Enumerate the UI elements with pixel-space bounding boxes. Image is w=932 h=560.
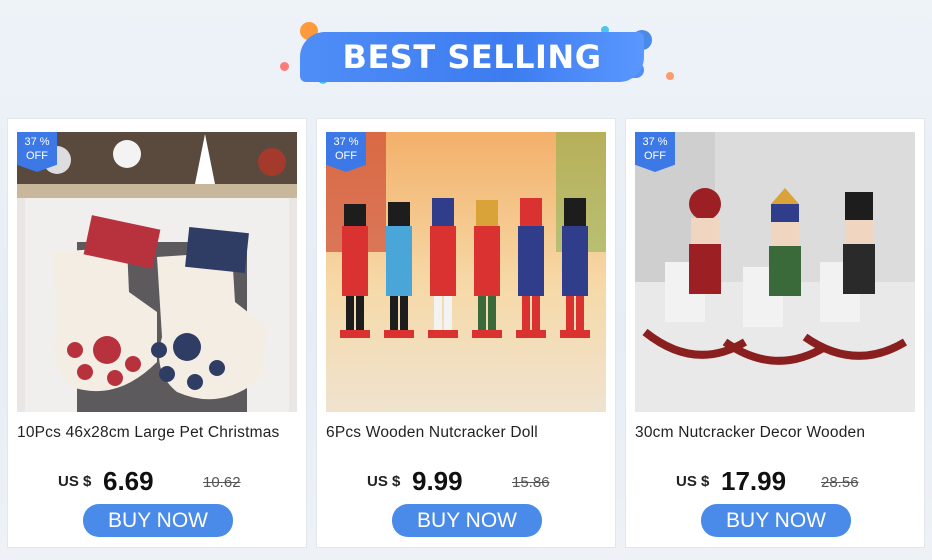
product-title[interactable]: 10Pcs 46x28cm Large Pet Christmas — [17, 424, 302, 442]
original-price: 10.62 — [203, 474, 241, 491]
original-price: 28.56 — [821, 474, 859, 491]
price-row: US $ 6.69 10.62 — [8, 466, 306, 501]
price-row: US $ 9.99 15.86 — [317, 466, 615, 501]
discount-badge: 37 % OFF — [326, 132, 366, 172]
price-row: US $ 17.99 28.56 — [626, 466, 924, 501]
discount-badge: 37 % OFF — [17, 132, 57, 172]
buy-now-button[interactable]: BUY NOW — [392, 504, 542, 537]
best-selling-banner: BEST SELLING — [276, 18, 676, 88]
discount-badge: 37 % OFF — [635, 132, 675, 172]
discount-off: OFF — [26, 150, 48, 162]
sale-price: 9.99 — [412, 466, 463, 496]
banner-title: BEST SELLING — [300, 32, 644, 82]
product-image[interactable]: 37 % OFF — [17, 132, 297, 412]
product-title[interactable]: 30cm Nutcracker Decor Wooden — [635, 424, 920, 442]
buy-now-button[interactable]: BUY NOW — [83, 504, 233, 537]
currency-label: US $ — [367, 473, 401, 490]
discount-percent: 37 % — [24, 136, 50, 148]
product-title[interactable]: 6Pcs Wooden Nutcracker Doll — [326, 424, 611, 442]
currency-label: US $ — [676, 473, 710, 490]
currency-label: US $ — [58, 473, 92, 490]
discount-off: OFF — [335, 150, 357, 162]
sale-price: 17.99 — [721, 466, 787, 496]
original-price: 15.86 — [512, 474, 550, 491]
product-card[interactable]: 37 % OFF 10Pcs 46x28cm Large Pet Christm… — [7, 118, 307, 548]
product-card[interactable]: 37 % OFF 30cm Nutcracker Decor Wooden US… — [625, 118, 925, 548]
sale-price: 6.69 — [103, 466, 154, 496]
product-image[interactable]: 37 % OFF — [635, 132, 915, 412]
discount-percent: 37 % — [333, 136, 359, 148]
product-card[interactable]: 37 % OFF 6Pcs Wooden Nutcracker Doll US … — [316, 118, 616, 548]
buy-now-button[interactable]: BUY NOW — [701, 504, 851, 537]
decor-dot — [280, 62, 289, 71]
product-image[interactable]: 37 % OFF — [326, 132, 606, 412]
decor-dot — [666, 72, 674, 80]
discount-off: OFF — [644, 150, 666, 162]
discount-percent: 37 % — [642, 136, 668, 148]
